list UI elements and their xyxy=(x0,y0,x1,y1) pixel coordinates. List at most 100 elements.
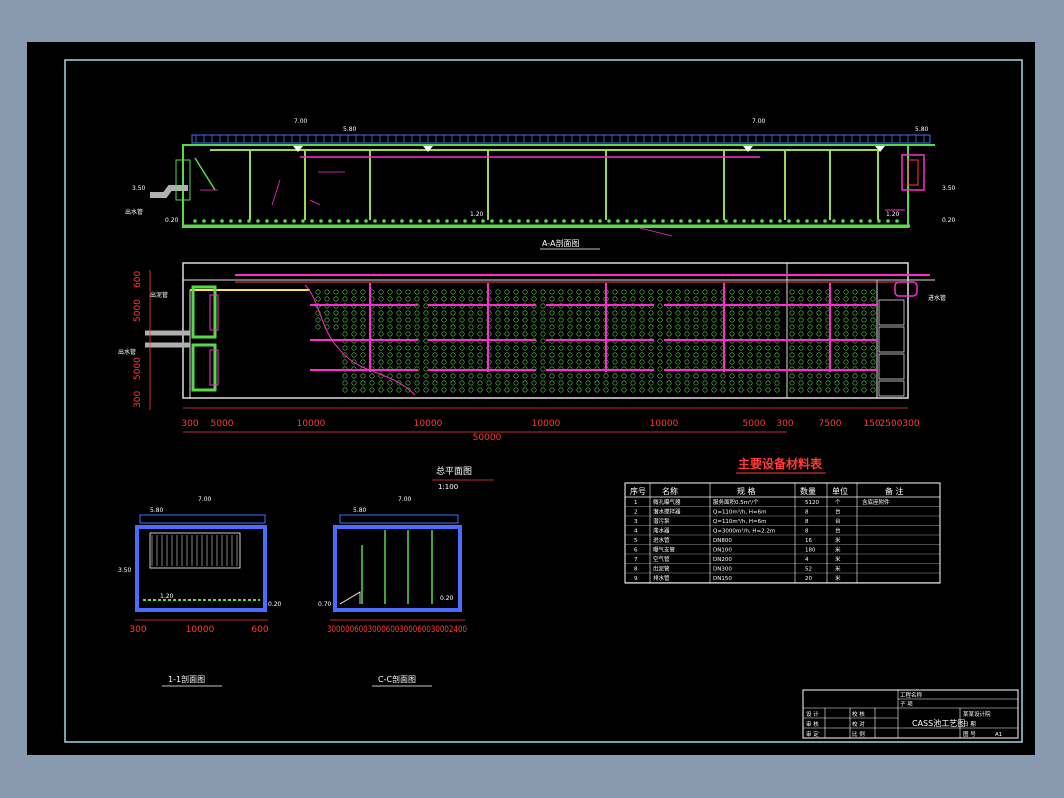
table-cell: 52 xyxy=(805,567,812,573)
aerator-dot xyxy=(670,219,674,223)
cc-dims: 3000006003000600300060030002400 xyxy=(327,625,467,635)
table-cell: 4 xyxy=(805,557,809,563)
table-cell: 曝气支管 xyxy=(653,546,676,554)
table-cell: 16 xyxy=(805,538,812,544)
cc-elev-bottom: 0.20 xyxy=(440,595,454,602)
aerator-dot xyxy=(688,219,692,223)
table-cell: DN150 xyxy=(713,576,732,582)
aerator-dot xyxy=(868,219,872,223)
aerator-dot xyxy=(607,219,611,223)
table-cell: 米 xyxy=(835,555,841,563)
s11-elev-left: 3.50 xyxy=(118,567,132,574)
aerator-dot xyxy=(742,219,746,223)
plan-label-sludge: 出泥管 xyxy=(150,291,168,299)
aerator-dot xyxy=(679,219,683,223)
aerator-dot xyxy=(490,219,494,223)
table-cell: 米 xyxy=(835,574,841,582)
aerator-dot xyxy=(634,219,638,223)
aa-elev-right-top: 5.80 xyxy=(915,126,929,133)
aa-elev-inner2: 1.20 xyxy=(886,211,900,218)
plan-left-dim-2: 5000 xyxy=(133,357,143,380)
table-cell: Q=3000m³/h, H=2.2m xyxy=(713,528,775,535)
th-qty: 数量 xyxy=(800,486,816,496)
table-cell: 4 xyxy=(634,529,638,535)
table-cell: Q=110m³/h, H=6m xyxy=(713,518,766,525)
s11-elev-inner: 1.20 xyxy=(160,593,174,600)
s11-elev-bottom: 0.20 xyxy=(268,601,282,608)
table-cell: DN100 xyxy=(713,548,732,554)
table-cell: 7 xyxy=(634,557,638,563)
table-cell: 3 xyxy=(634,519,638,525)
th-spec: 规 格 xyxy=(737,486,756,496)
table-cell: 个 xyxy=(835,499,841,506)
table-cell: 5120 xyxy=(805,500,819,506)
aerator-dot xyxy=(373,219,377,223)
plan-dim-6: 5000 xyxy=(743,419,766,429)
table-cell: 20 xyxy=(805,576,812,582)
aerator-dot xyxy=(499,219,503,223)
aerator-dot xyxy=(355,219,359,223)
aerator-dot xyxy=(310,219,314,223)
aerator-dot xyxy=(526,219,530,223)
aerator-dot xyxy=(535,219,539,223)
aerator-dot xyxy=(283,219,287,223)
aerator-dot xyxy=(265,219,269,223)
aerator-dot xyxy=(832,219,836,223)
aerator-dot xyxy=(544,219,548,223)
aerator-dot xyxy=(238,219,242,223)
aerator-dot xyxy=(751,219,755,223)
table-cell: 8 xyxy=(634,567,638,573)
plan-left-dim-0: 600 xyxy=(133,271,143,288)
plan-total-dim: 50000 xyxy=(473,433,502,443)
aerator-dot xyxy=(220,219,224,223)
s11-elev-walk: 5.80 xyxy=(150,507,164,514)
plan-dim-7: 300 xyxy=(776,419,793,429)
table-cell: 排水管 xyxy=(653,574,670,582)
s11-dim-0: 300 xyxy=(129,625,146,635)
aerator-dot xyxy=(877,219,881,223)
aerator-dot xyxy=(346,219,350,223)
aa-elev-left-inlet: 3.50 xyxy=(132,185,146,192)
aerator-dot xyxy=(895,219,899,223)
aerator-dot xyxy=(382,219,386,223)
cc-title: C-C剖面图 xyxy=(378,674,416,684)
table-title: 主要设备材料表 xyxy=(738,456,823,471)
aerator-dot xyxy=(760,219,764,223)
aerator-dot xyxy=(391,219,395,223)
aerator-dot xyxy=(445,219,449,223)
aerator-dot xyxy=(724,219,728,223)
plan-title: 总平面图 xyxy=(436,465,472,477)
plan-dim-1: 5000 xyxy=(211,419,234,429)
aerator-dot xyxy=(706,219,710,223)
aerator-dot xyxy=(229,219,233,223)
aa-elev-top-right: 7.00 xyxy=(752,118,766,125)
cc-elev-walk: 5.80 xyxy=(353,507,367,514)
tb-proof: 校 对 xyxy=(852,720,865,728)
aerator-dot xyxy=(697,219,701,223)
aa-elev-right-mid: 3.50 xyxy=(942,185,956,192)
th-no: 序号 xyxy=(630,486,646,496)
tb-subitem: 子 项 xyxy=(900,701,913,708)
tb-project: 工程名称 xyxy=(900,691,923,699)
tb-drawing-title: CASS池工艺图 xyxy=(912,718,965,728)
aerator-dot xyxy=(454,219,458,223)
table-cell: 潜水搅拌器 xyxy=(653,508,681,516)
tb-drawing-no: 图 号 xyxy=(963,730,976,738)
aerator-dot xyxy=(481,219,485,223)
aa-elev-inner: 1.20 xyxy=(470,211,484,218)
aerator-dot xyxy=(409,219,413,223)
aerator-dot xyxy=(589,219,593,223)
table-cell: 9 xyxy=(634,576,638,582)
table-cell: 6 xyxy=(634,548,638,554)
aerator-dot xyxy=(661,219,665,223)
aerator-dot xyxy=(202,219,206,223)
aerator-dot xyxy=(598,219,602,223)
aerator-dot xyxy=(436,219,440,223)
aerator-dot xyxy=(643,219,647,223)
aerator-dot xyxy=(337,219,341,223)
plan-dim-3: 10000 xyxy=(414,419,443,429)
aerator-dot xyxy=(652,219,656,223)
aerator-dot xyxy=(778,219,782,223)
cad-drawing: 7.00 7.00 5.80 5.80 3.50 0.20 3.50 0.20 … xyxy=(27,42,1035,755)
table-cell: 潜污泵 xyxy=(653,517,670,525)
